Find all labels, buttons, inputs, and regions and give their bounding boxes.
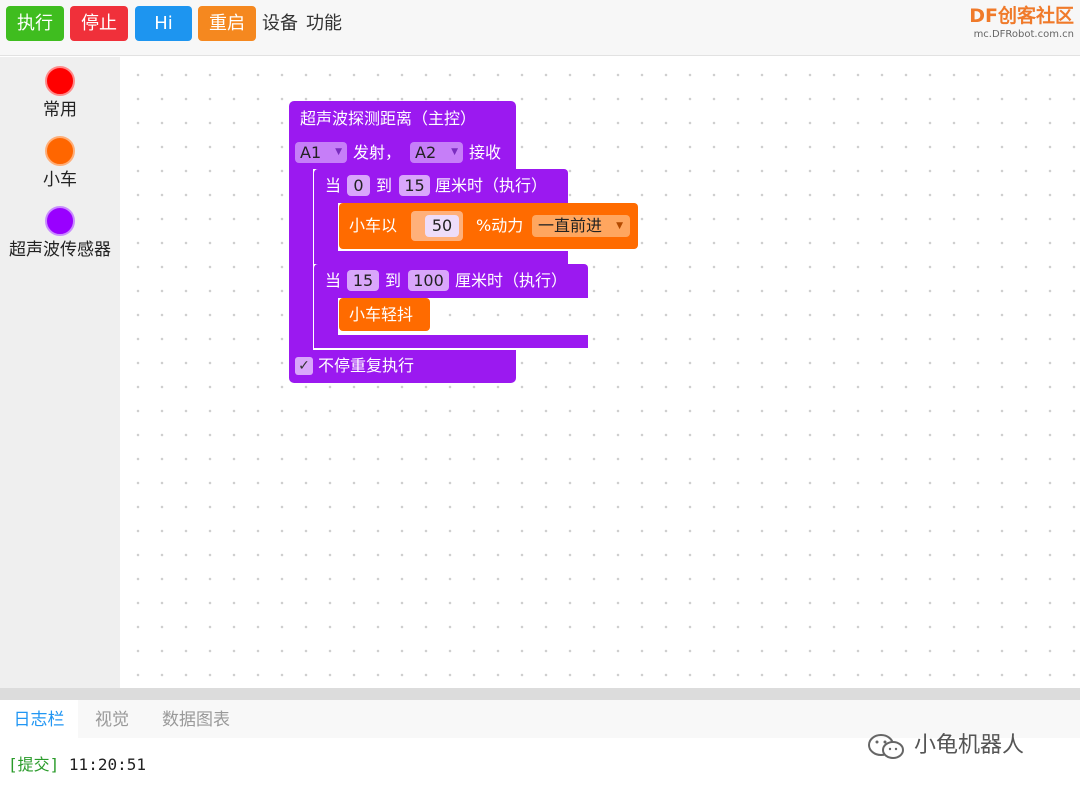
range-block-1[interactable]: 当 0 到 15 厘米时（执行） — [314, 169, 568, 203]
log-tag: [提交] — [8, 755, 60, 774]
range-block-2-spine — [314, 298, 338, 335]
blocks-workspace[interactable] — [120, 57, 1080, 688]
tab-vision[interactable]: 视觉 — [78, 700, 146, 738]
trig-pin-dropdown[interactable]: A1 ▼ — [295, 142, 347, 163]
category-dot-icon — [45, 206, 75, 236]
log-line: [提交] 11:20:51 — [8, 751, 146, 775]
repeat-label: 不停重复执行 — [318, 356, 415, 375]
trig-label: 发射， — [353, 143, 402, 162]
car-move-block[interactable]: 小车以 50 %动力 一直前进 ▼ — [339, 203, 638, 249]
main-block-header[interactable]: 超声波探测距离（主控） A1 ▼ 发射， A2 ▼ 接收 — [289, 101, 516, 169]
dfrobot-logo: DF创客社区 mc.DFRobot.com.cn — [954, 4, 1074, 42]
logo-url: mc.DFRobot.com.cn — [973, 29, 1074, 40]
power-input[interactable]: 50 — [425, 215, 459, 237]
log-time: 11:20:51 — [68, 755, 146, 774]
main-block-spine — [289, 169, 313, 351]
wechat-icon — [868, 734, 904, 759]
range2-when: 当 — [325, 271, 342, 290]
direction-dropdown[interactable]: 一直前进 ▼ — [532, 215, 630, 237]
category-label: 超声波传感器 — [9, 240, 111, 260]
category-common[interactable]: 常用 — [0, 66, 120, 121]
echo-pin-dropdown[interactable]: A2 ▼ — [410, 142, 463, 163]
dropdown-arrow-icon: ▼ — [335, 147, 342, 157]
range1-to-input[interactable]: 15 — [399, 175, 430, 196]
car-shake-block[interactable]: 小车轻抖 — [339, 298, 430, 331]
trig-pin-value: A1 — [300, 143, 322, 162]
range2-to-text: 到 — [385, 271, 402, 290]
category-ultrasonic[interactable]: 超声波传感器 — [0, 206, 120, 261]
run-button[interactable]: 执行 — [6, 6, 64, 41]
menu-function[interactable]: 功能 — [306, 12, 342, 36]
tab-data-chart[interactable]: 数据图表 — [146, 700, 246, 738]
range1-unit: 厘米时（执行） — [435, 176, 548, 195]
dropdown-arrow-icon: ▼ — [451, 147, 458, 157]
range-block-2-footer — [314, 335, 588, 348]
echo-pin-value: A2 — [415, 143, 437, 162]
range-block-1-footer — [314, 251, 568, 264]
top-toolbar: 执行 停止 Hi 重启 设备 功能 DF创客社区 mc.DFRobot.com.… — [0, 0, 1080, 56]
hi-button[interactable]: Hi — [135, 6, 192, 41]
menu-device[interactable]: 设备 — [262, 12, 298, 36]
tab-log[interactable]: 日志栏 — [0, 700, 78, 738]
car-move-prefix: 小车以 — [349, 216, 398, 235]
stop-button[interactable]: 停止 — [70, 6, 128, 41]
range1-when: 当 — [325, 176, 342, 195]
range1-to-text: 到 — [376, 176, 393, 195]
category-dot-icon — [45, 136, 75, 166]
main-block-title: 超声波探测距离（主控） — [300, 109, 477, 128]
category-label: 常用 — [43, 100, 77, 120]
echo-label: 接收 — [469, 143, 502, 162]
dropdown-arrow-icon: ▼ — [616, 221, 623, 231]
range-block-2[interactable]: 当 15 到 100 厘米时（执行） — [314, 264, 588, 298]
direction-value: 一直前进 — [538, 216, 603, 235]
category-label: 小车 — [43, 170, 77, 190]
range-block-1-spine — [314, 203, 338, 251]
main-block-footer[interactable]: ✓ 不停重复执行 — [289, 350, 516, 383]
car-shake-label: 小车轻抖 — [349, 305, 414, 324]
repeat-checkbox[interactable]: ✓ — [295, 357, 313, 375]
watermark-text: 小龟机器人 — [914, 733, 1025, 758]
panel-splitter[interactable] — [0, 688, 1080, 700]
range2-from-input[interactable]: 15 — [347, 270, 379, 291]
logo-title: DF创客社区 — [969, 5, 1074, 27]
restart-button[interactable]: 重启 — [198, 6, 256, 41]
category-dot-icon — [45, 66, 75, 96]
power-value-slot: 50 — [411, 211, 463, 241]
block-category-sidebar: 常用 小车 超声波传感器 — [0, 57, 120, 688]
range2-unit: 厘米时（执行） — [455, 271, 568, 290]
car-move-suffix: %动力 — [476, 216, 524, 235]
range1-from-input[interactable]: 0 — [347, 175, 370, 196]
category-car[interactable]: 小车 — [0, 136, 120, 191]
range2-to-input[interactable]: 100 — [408, 270, 449, 291]
